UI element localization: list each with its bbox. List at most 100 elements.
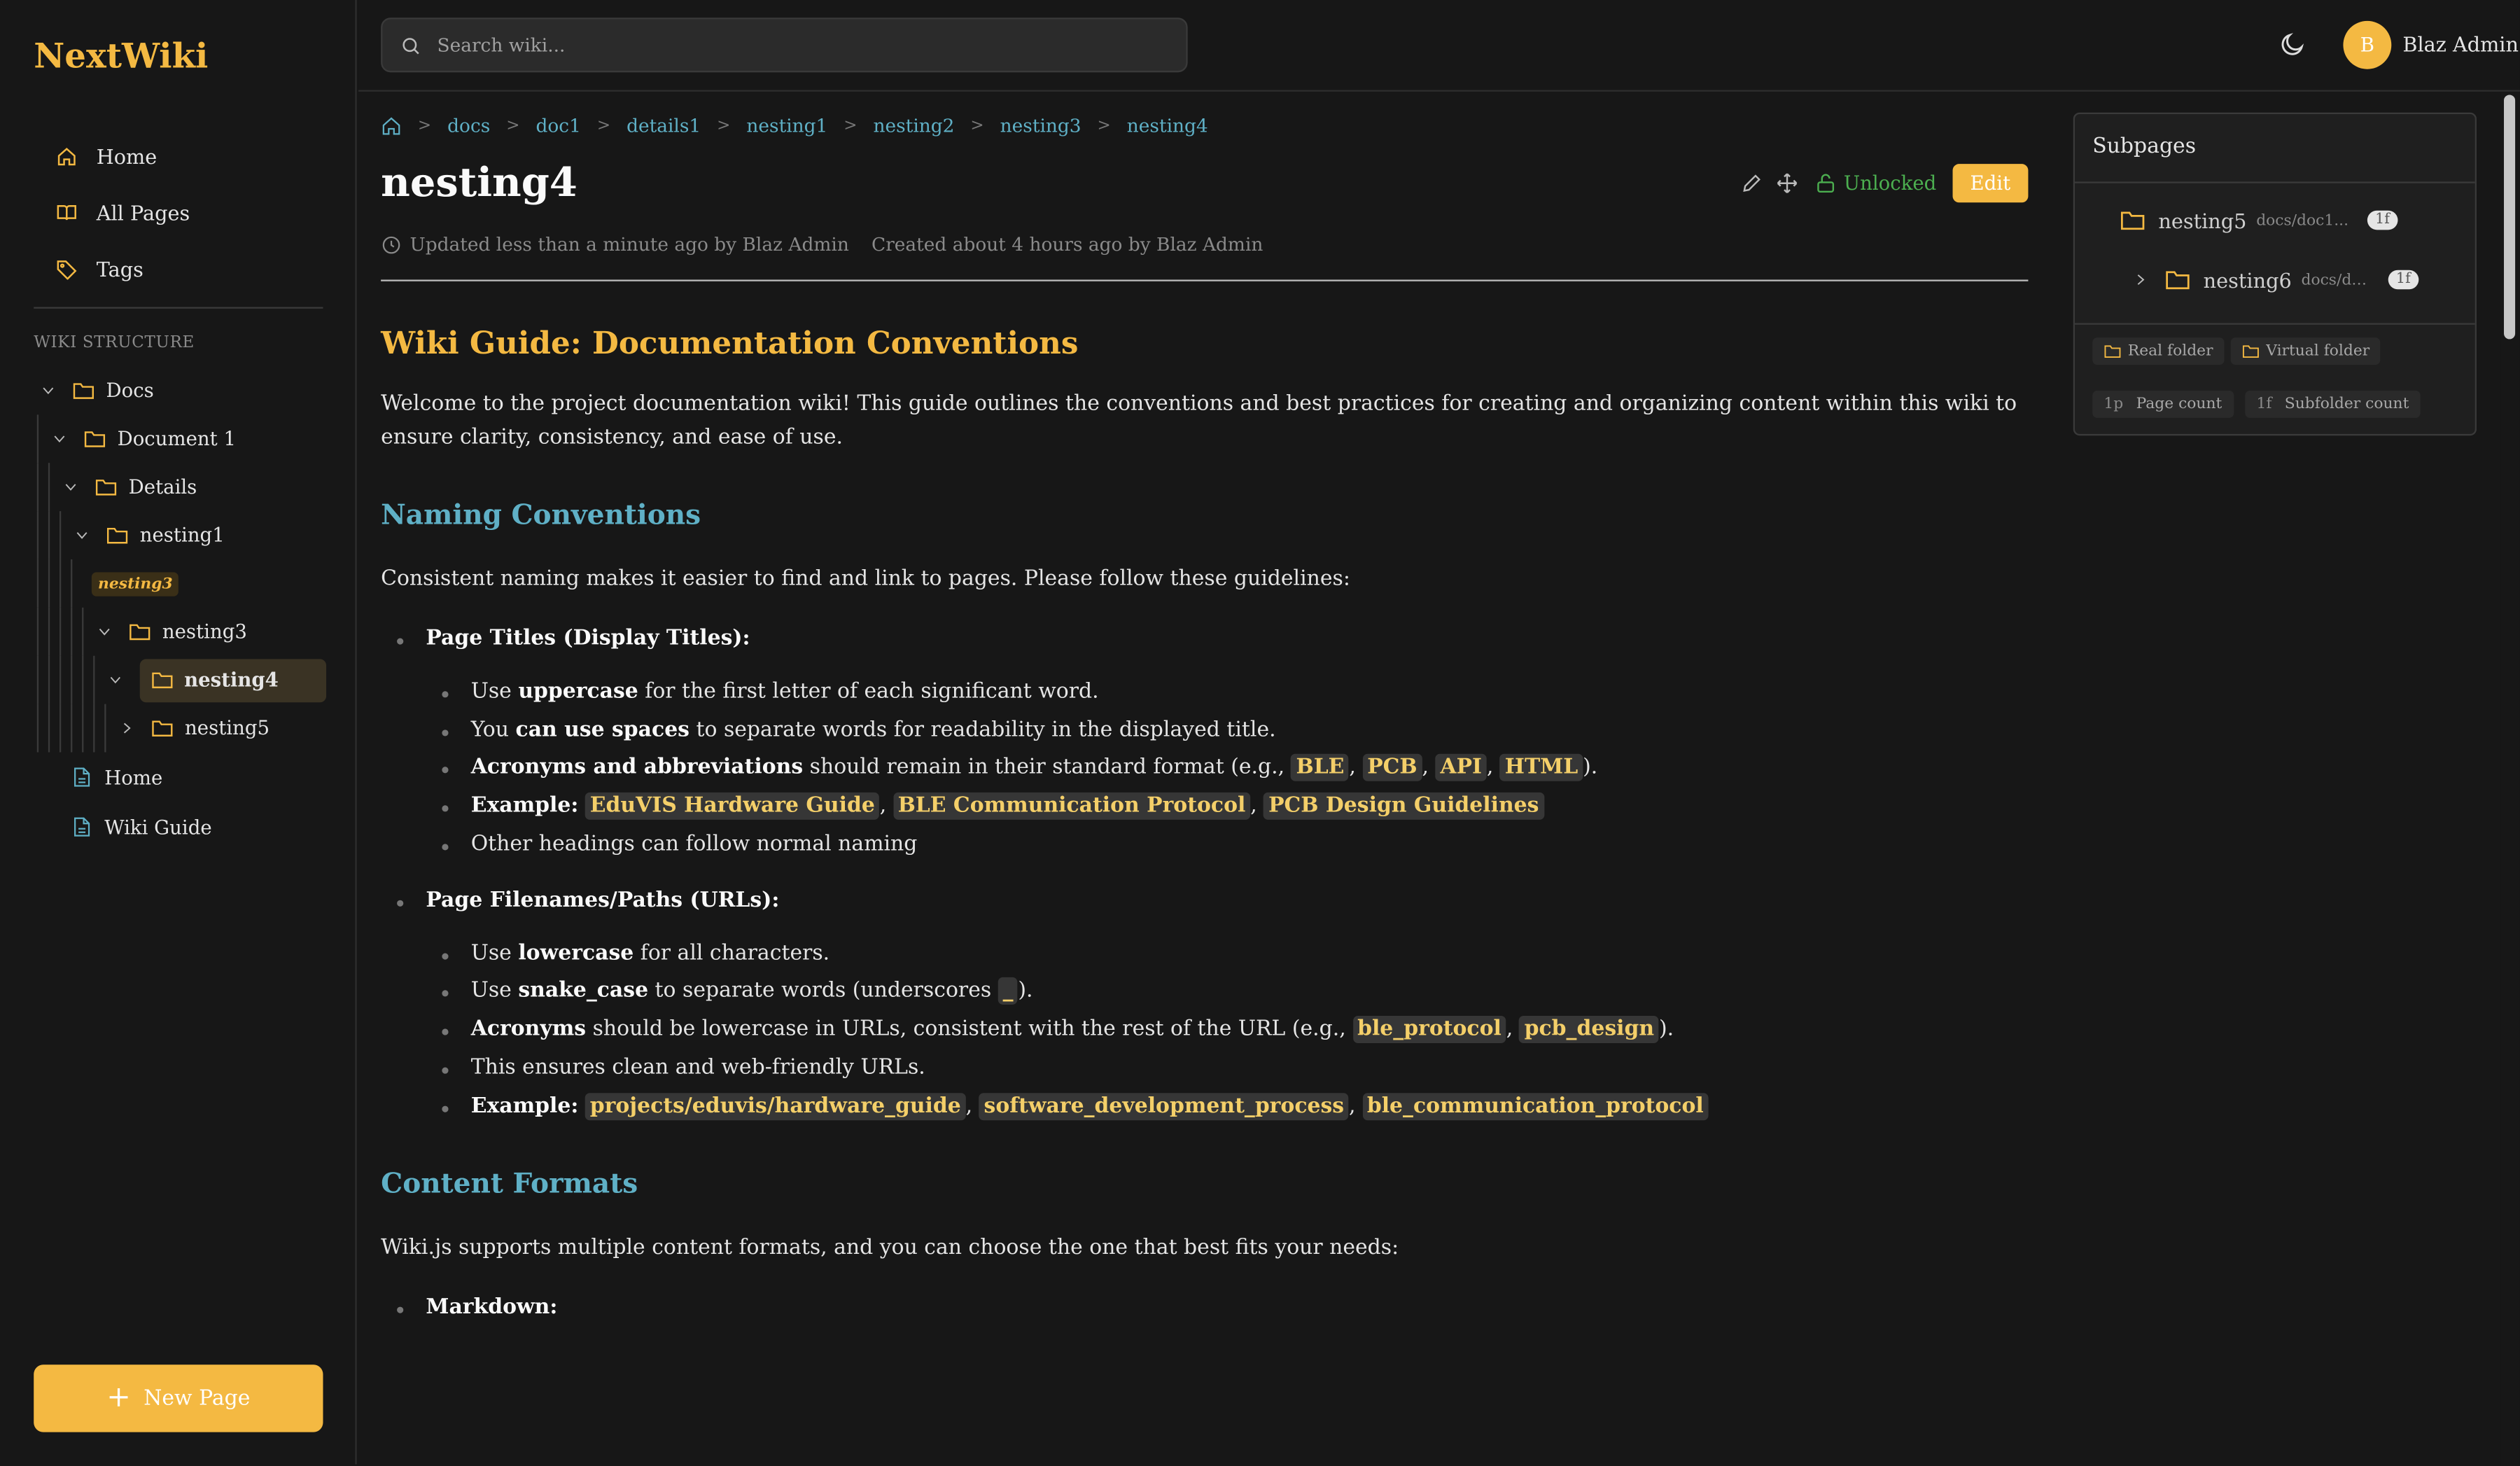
- search-box[interactable]: [381, 18, 1188, 73]
- tree-guide: [82, 655, 84, 704]
- legend-virtual-folder: Virtual folder: [2230, 337, 2381, 365]
- tree-guide: [36, 704, 39, 753]
- tree-guide: [36, 511, 39, 559]
- breadcrumb-current[interactable]: nesting4: [1127, 114, 1208, 137]
- legend-key: 1f: [2256, 395, 2272, 414]
- chevron-right-icon: >: [417, 116, 432, 134]
- breadcrumb: > docs > doc1 > details1 > nesting1 > ne…: [381, 114, 1208, 137]
- created-info: Created about 4 hours ago by Blaz Admin: [871, 232, 1264, 256]
- subpage-path: docs/do...: [2301, 270, 2374, 289]
- pencil-icon[interactable]: [1741, 172, 1763, 195]
- breadcrumb-link[interactable]: nesting2: [874, 114, 955, 137]
- avatar[interactable]: B: [2343, 20, 2392, 69]
- sub-list: Use lowercase for all characters. Use sn…: [426, 938, 2028, 1124]
- tree-item-docs[interactable]: Docs: [34, 366, 326, 414]
- breadcrumb-link[interactable]: nesting3: [1000, 114, 1082, 137]
- legend-real-folder: Real folder: [2092, 337, 2225, 365]
- folder-icon: [73, 383, 94, 399]
- chevron-right-icon: >: [1097, 116, 1111, 134]
- edit-button[interactable]: Edit: [1952, 164, 2029, 203]
- tree-guide: [82, 607, 84, 656]
- dark-mode-toggle-icon[interactable]: [2279, 31, 2306, 58]
- section-heading-naming: Naming Conventions: [381, 499, 701, 532]
- inline-code: BLE Communication Protocol: [892, 793, 1251, 821]
- home-icon[interactable]: [381, 115, 402, 136]
- text: to separate words (underscores: [648, 979, 998, 1004]
- new-page-button[interactable]: + New Page: [34, 1364, 323, 1432]
- subpage-item[interactable]: nesting5 docs/doc1... 1f: [2120, 207, 2398, 233]
- list-item: You can use spaces to separate words for…: [442, 715, 2028, 748]
- tree-label: Details: [128, 475, 197, 498]
- chevron-down-icon[interactable]: [74, 527, 90, 543]
- legend-page-count: 1p Page count: [2092, 390, 2234, 418]
- sidebar-divider: [34, 307, 323, 309]
- list-item: Page Titles (Display Titles): Use upperc…: [397, 624, 2028, 863]
- tag-icon: [57, 260, 77, 280]
- sub-list: Use uppercase for the first letter of ea…: [426, 676, 2028, 863]
- chevron-down-icon[interactable]: [108, 672, 123, 688]
- tree-guide: [59, 655, 62, 704]
- list-item-label: Page Filenames/Paths (URLs):: [426, 888, 780, 913]
- chevron-down-icon[interactable]: [40, 382, 56, 398]
- tree-item-nesting1[interactable]: nesting1: [34, 511, 326, 559]
- tree-item-nesting5[interactable]: nesting5: [34, 704, 326, 753]
- wiki-tree: Docs Document 1 Details nesting1 nesting…: [34, 366, 327, 852]
- scrollbar-thumb[interactable]: [2504, 95, 2516, 340]
- list-item: Use uppercase for the first letter of ea…: [442, 676, 2028, 710]
- inline-code: ble_protocol: [1352, 1016, 1506, 1044]
- tree-guide: [59, 559, 62, 608]
- tree-guide: [59, 511, 62, 559]
- move-icon[interactable]: [1776, 172, 1798, 195]
- panel-divider: [2075, 323, 2475, 325]
- tree-item-nesting3-virtual[interactable]: nesting3: [34, 559, 326, 608]
- text: ).: [1018, 979, 1033, 1004]
- tree-item-document1[interactable]: Document 1: [34, 414, 326, 463]
- tree-guide: [48, 704, 50, 753]
- chevron-right-icon[interactable]: [119, 720, 135, 737]
- lock-status[interactable]: Unlocked: [1815, 172, 1936, 195]
- tree-label: nesting1: [139, 524, 225, 547]
- tree-item-home[interactable]: Home: [34, 752, 326, 802]
- tree-guide: [48, 463, 50, 512]
- nav-home[interactable]: Home: [34, 129, 323, 185]
- file-icon: [74, 817, 90, 837]
- text: for the first letter of each significant…: [638, 679, 1099, 704]
- legend-label: Virtual folder: [2266, 342, 2370, 361]
- subpage-name: nesting6: [2203, 267, 2292, 292]
- list-item: Example: projects/eduvis/hardware_guide,…: [442, 1091, 2028, 1124]
- tree-item-nesting4[interactable]: nesting4: [34, 655, 327, 704]
- scrollbar[interactable]: [2500, 91, 2520, 1465]
- main-nav: Home All Pages Tags: [34, 129, 323, 298]
- folder-icon: [107, 527, 128, 544]
- nav-all-pages[interactable]: All Pages: [34, 185, 323, 241]
- active-tree-item[interactable]: nesting4: [139, 658, 327, 702]
- subpage-item[interactable]: nesting6 docs/do... 1f: [2133, 267, 2419, 293]
- tree-item-wiki-guide[interactable]: Wiki Guide: [34, 802, 326, 852]
- chevron-right-icon[interactable]: [2133, 272, 2149, 288]
- tree-item-details[interactable]: Details: [34, 463, 326, 512]
- inline-code: API: [1435, 754, 1487, 782]
- tree-item-nesting3[interactable]: nesting3: [34, 607, 326, 656]
- chevron-down-icon[interactable]: [63, 479, 79, 495]
- file-icon: [74, 767, 90, 787]
- breadcrumb-link[interactable]: docs: [447, 114, 490, 137]
- breadcrumb-link[interactable]: nesting1: [746, 114, 827, 137]
- legend-subfolder-count: 1f Subfolder count: [2245, 390, 2421, 418]
- breadcrumb-link[interactable]: doc1: [536, 114, 581, 137]
- tree-guide: [82, 704, 84, 753]
- article-body: Wiki Guide: Documentation Conventions We…: [381, 320, 2028, 1344]
- brand-logo[interactable]: NextWiki: [34, 36, 208, 76]
- search-input[interactable]: [437, 29, 1161, 62]
- list-item: Acronyms should be lowercase in URLs, co…: [442, 1014, 2028, 1048]
- list-item: Page Filenames/Paths (URLs): Use lowerca…: [397, 885, 2028, 1124]
- chevron-right-icon: >: [506, 116, 520, 134]
- chevron-down-icon[interactable]: [97, 624, 113, 640]
- user-name[interactable]: Blaz Admin: [2402, 32, 2519, 56]
- breadcrumb-link[interactable]: details1: [626, 114, 701, 137]
- tree-label: Home: [104, 765, 163, 789]
- chevron-down-icon[interactable]: [51, 431, 67, 447]
- wiki-structure-title: WIKI STRUCTURE: [34, 334, 195, 352]
- nav-tags[interactable]: Tags: [34, 241, 323, 297]
- tree-guide: [71, 704, 73, 753]
- tree-guide: [104, 704, 106, 753]
